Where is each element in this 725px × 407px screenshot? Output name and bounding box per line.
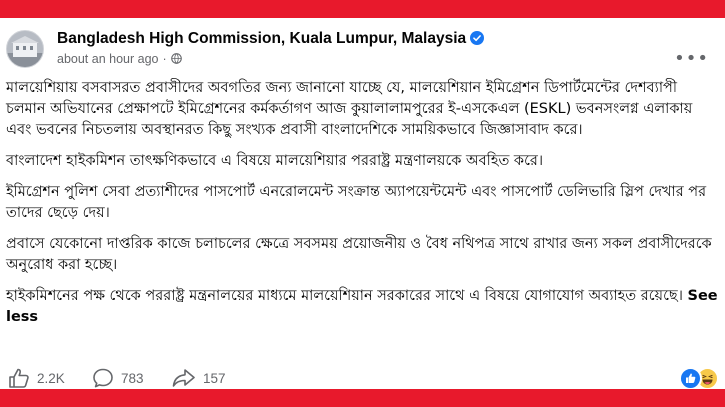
page-name[interactable]: Bangladesh High Commission, Kuala Lumpur… <box>57 30 485 48</box>
post-paragraph-5: হাইকমিশনের পক্ষ থেকে পররাষ্ট্র মন্ত্রনাল… <box>6 286 718 328</box>
share-count: 157 <box>203 370 226 386</box>
time-text[interactable]: about an hour ago <box>57 52 158 66</box>
post-card: Bangladesh High Commission, Kuala Lumpur… <box>0 18 725 389</box>
comment-count: 783 <box>121 370 144 386</box>
post-paragraph-4: প্রবাসে যেকোনো দাপ্তরিক কাজে চলাচলের ক্ষ… <box>6 236 712 273</box>
post-paragraph-1: মালয়েশিয়ায় বসবাসরত প্রবাসীদের অবগতির … <box>6 80 693 138</box>
post-footer: 2.2K 783 157 <box>0 366 725 389</box>
page-name-text[interactable]: Bangladesh High Commission, Kuala Lumpur… <box>57 30 466 47</box>
like-stat[interactable]: 2.2K <box>8 368 65 388</box>
verified-badge-icon <box>470 31 485 45</box>
like-icon <box>9 368 29 388</box>
reaction-summary[interactable] <box>679 366 719 389</box>
share-stat[interactable]: 157 <box>172 368 226 388</box>
post-paragraph-2: বাংলাদেশ হাইকমিশন তাৎক্ষণিকভাবে এ বিষয়ে… <box>6 153 544 169</box>
share-icon <box>172 369 195 387</box>
post-paragraph-3: ইমিগ্রেশন পুলিশ সেবা প্রত্যাশীদের পাসপোর… <box>6 184 707 221</box>
more-options-icon[interactable]: ••• <box>674 50 709 68</box>
post-timestamp[interactable]: about an hour ago · <box>57 52 182 66</box>
like-reaction-icon <box>679 367 702 389</box>
avatar[interactable] <box>6 30 44 68</box>
comment-stat[interactable]: 783 <box>92 368 144 388</box>
comment-icon <box>93 368 113 388</box>
separator: · <box>162 52 167 66</box>
globe-icon <box>170 53 182 64</box>
building-icon <box>7 31 43 67</box>
like-count: 2.2K <box>37 370 65 386</box>
last-paragraph-text: হাইকমিশনের পক্ষ থেকে পররাষ্ট্র মন্ত্রনাল… <box>6 288 683 304</box>
post-body: মালয়েশিয়ায় বসবাসরত প্রবাসীদের অবগতির … <box>6 78 718 338</box>
post-header: Bangladesh High Commission, Kuala Lumpur… <box>0 18 725 76</box>
